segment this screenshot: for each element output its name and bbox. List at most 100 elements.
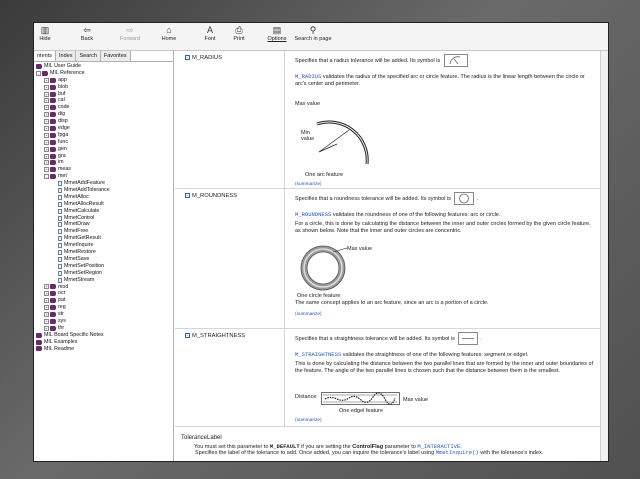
- tree-item[interactable]: MIL Examples: [34, 339, 172, 346]
- tree-item-label: MmetCalculate: [64, 207, 100, 214]
- expand-icon[interactable]: +: [44, 125, 49, 131]
- expand-icon[interactable]: +: [44, 84, 49, 90]
- tree-item-label: mod: [58, 283, 69, 290]
- tree-item[interactable]: + func: [34, 139, 172, 146]
- tree-item[interactable]: + meas: [34, 166, 172, 173]
- collapse-icon[interactable]: -: [44, 174, 49, 180]
- straightness-link[interactable]: M_STRAIGHTNESS: [295, 351, 341, 358]
- tab-favorites[interactable]: Favorites: [100, 51, 131, 61]
- radius-link[interactable]: M_RADIUS: [295, 73, 321, 80]
- content-scrollbar[interactable]: [600, 51, 608, 461]
- back-button[interactable]: ⇦ Back: [64, 23, 110, 51]
- tree-item-label: MIL User Guide: [44, 63, 81, 69]
- search-in-page-button[interactable]: ⚲ Search in page: [292, 23, 334, 51]
- tree-item[interactable]: + sys: [34, 318, 172, 325]
- straightness-detail: This is done by calculating the distance…: [295, 360, 594, 374]
- collapse-icon[interactable]: −: [185, 193, 190, 198]
- tree-item[interactable]: MmetControl: [34, 215, 172, 222]
- tree-item[interactable]: MIL User Guide: [34, 63, 172, 70]
- tree-item[interactable]: + blob: [34, 84, 172, 91]
- mmetinquire-link[interactable]: MmetInquire(): [436, 449, 479, 456]
- tree-item[interactable]: MmetCalculate: [34, 208, 172, 215]
- expand-icon[interactable]: +: [44, 284, 49, 290]
- home-button[interactable]: ⌂ Home: [156, 23, 182, 51]
- expand-icon[interactable]: +: [44, 305, 49, 311]
- collapse-icon[interactable]: -: [36, 70, 41, 76]
- tree-item[interactable]: MmetAddTolerance: [34, 187, 172, 194]
- expand-icon[interactable]: +: [44, 325, 49, 331]
- hide-label: Hide: [39, 36, 51, 42]
- font-button[interactable]: A Font: [192, 23, 228, 51]
- tree-item[interactable]: MmetDraw: [34, 221, 172, 228]
- tab-index[interactable]: Index: [55, 51, 77, 61]
- tree-item[interactable]: + dig: [34, 111, 172, 118]
- tree-item[interactable]: MIL Readme: [34, 346, 172, 353]
- tree-item[interactable]: + buf: [34, 91, 172, 98]
- tree-item[interactable]: MmetFree: [34, 228, 172, 235]
- tree-item[interactable]: MIL Board Specific Notes: [34, 332, 172, 339]
- expand-icon[interactable]: +: [44, 167, 49, 173]
- tree-item-label: MmetAlloc: [64, 193, 89, 200]
- tree-item[interactable]: + thr: [34, 325, 172, 332]
- expand-icon[interactable]: +: [44, 105, 49, 111]
- expand-icon[interactable]: +: [44, 112, 49, 118]
- expand-icon[interactable]: +: [44, 91, 49, 97]
- straightness-symbol-icon: [458, 332, 479, 346]
- printer-icon: ⎙: [235, 25, 243, 35]
- tree-item[interactable]: + im: [34, 159, 172, 166]
- summarize-link[interactable]: (summarize): [295, 418, 322, 425]
- tree-item-label: MmetControl: [64, 214, 95, 221]
- hide-button[interactable]: ▥ Hide: [34, 23, 56, 51]
- expand-icon[interactable]: +: [44, 298, 49, 304]
- tree-item[interactable]: - MIL Reference: [34, 70, 172, 77]
- tree-item-label: disp: [58, 118, 68, 125]
- book-icon: [50, 318, 56, 324]
- tab-search[interactable]: Search: [76, 51, 101, 61]
- tree-item[interactable]: MmetStream: [34, 277, 172, 284]
- expand-icon[interactable]: +: [44, 77, 49, 83]
- tree-item[interactable]: + reg: [34, 304, 172, 311]
- collapse-icon[interactable]: −: [185, 55, 190, 60]
- expand-icon[interactable]: +: [44, 312, 49, 317]
- tree-item[interactable]: MmetRestore: [34, 249, 172, 256]
- tree-item[interactable]: + code: [34, 104, 172, 111]
- expand-icon[interactable]: +: [44, 146, 49, 152]
- tree-item[interactable]: + fpga: [34, 132, 172, 139]
- tree-item[interactable]: + gra: [34, 153, 172, 160]
- tree-item[interactable]: + app: [34, 77, 172, 84]
- tree-item[interactable]: MmetAlloc: [34, 194, 172, 201]
- summarize-link[interactable]: (summarize): [295, 312, 322, 319]
- tree-item[interactable]: MmetAddFeature: [34, 180, 172, 187]
- expand-icon[interactable]: +: [44, 132, 49, 138]
- tree-item[interactable]: + edge: [34, 125, 172, 132]
- expand-icon[interactable]: +: [44, 153, 49, 159]
- tree-item[interactable]: MmetAllocResult: [34, 201, 172, 208]
- expand-icon[interactable]: +: [44, 139, 49, 145]
- tree-item[interactable]: + gen: [34, 146, 172, 153]
- tree-item[interactable]: + mod: [34, 284, 172, 291]
- tree-item[interactable]: MmetSave: [34, 256, 172, 263]
- tab-contents[interactable]: ntents: [34, 51, 56, 61]
- forward-button[interactable]: ⇨ Forward: [110, 23, 150, 51]
- roundness-link[interactable]: M_ROUNDNESS: [295, 211, 331, 218]
- tree-item[interactable]: + ocr: [34, 290, 172, 297]
- expand-icon[interactable]: +: [44, 98, 49, 104]
- tree-item[interactable]: + disp: [34, 118, 172, 125]
- tree-item[interactable]: + str: [34, 311, 172, 318]
- collapse-icon[interactable]: −: [185, 333, 190, 338]
- expand-icon[interactable]: +: [44, 160, 49, 166]
- expand-icon[interactable]: +: [44, 318, 49, 324]
- tree-item[interactable]: MmetInquire: [34, 242, 172, 249]
- tree-item[interactable]: MmetSetPosition: [34, 263, 172, 270]
- options-button[interactable]: ▤ Options: [262, 23, 292, 51]
- expand-icon[interactable]: +: [44, 291, 49, 297]
- tree-item[interactable]: MmetSetRegion: [34, 270, 172, 277]
- summarize-link[interactable]: (summarize): [295, 182, 322, 189]
- tree-item[interactable]: - met: [34, 173, 172, 180]
- tree-item[interactable]: MmetGetResult: [34, 235, 172, 242]
- tree-item[interactable]: + pat: [34, 297, 172, 304]
- m-interactive-link[interactable]: M_INTERACTIVE: [417, 443, 460, 450]
- tree-item[interactable]: + cal: [34, 97, 172, 104]
- expand-icon[interactable]: +: [44, 119, 49, 125]
- print-button[interactable]: ⎙ Print: [228, 23, 250, 51]
